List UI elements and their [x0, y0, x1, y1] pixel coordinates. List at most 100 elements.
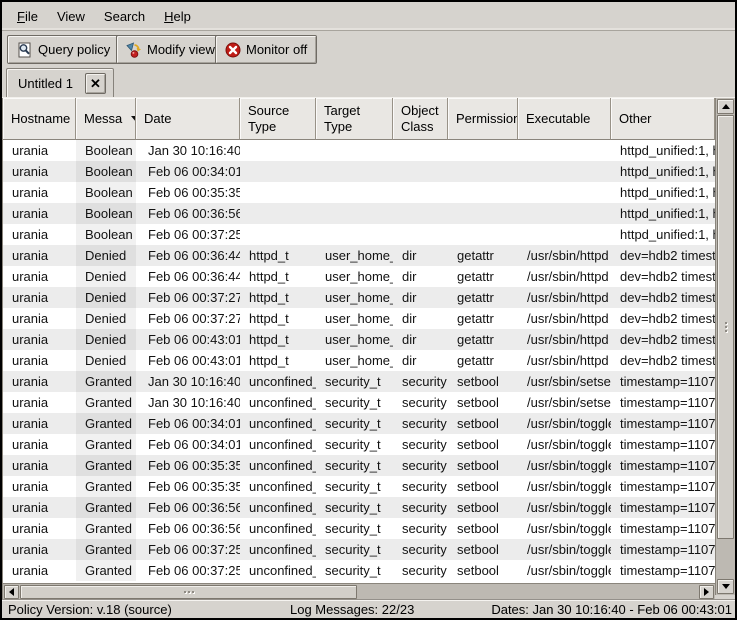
table-cell-date: Feb 06 00:43:01: [136, 350, 240, 371]
table-cell-permission: [448, 224, 518, 245]
table-cell-other: dev=hdb2 timesta: [611, 350, 715, 371]
scroll-up-button[interactable]: [717, 99, 734, 114]
menu-help[interactable]: Help: [157, 6, 198, 27]
table-cell-hostname: urania: [3, 329, 76, 350]
table-cell-message: Granted: [76, 434, 136, 455]
table-row[interactable]: uraniaBooleanFeb 06 00:34:01httpd_unifie…: [3, 161, 715, 182]
table-cell-hostname: urania: [3, 539, 76, 560]
status-bar: Policy Version: v.18 (source) Log Messag…: [2, 599, 735, 618]
column-header-message[interactable]: Messa: [76, 98, 136, 140]
arrow-left-icon: [9, 588, 14, 596]
table-cell-target-type: security_t: [316, 539, 393, 560]
query-policy-button[interactable]: Query policy: [7, 35, 120, 64]
table-cell-executable: /usr/sbin/httpd: [518, 287, 611, 308]
column-header-target-type[interactable]: Target Type: [316, 98, 393, 140]
scroll-left-button[interactable]: [4, 585, 19, 599]
table-cell-hostname: urania: [3, 476, 76, 497]
menu-file[interactable]: File: [10, 6, 45, 27]
column-header-other[interactable]: Other: [611, 98, 715, 140]
table-cell-object-class: security: [393, 371, 448, 392]
table-cell-executable: /usr/sbin/toggle: [518, 539, 611, 560]
tab-label: Untitled 1: [18, 76, 73, 91]
column-header-executable[interactable]: Executable: [518, 98, 611, 140]
table-row[interactable]: uraniaGrantedFeb 06 00:37:25unconfined_s…: [3, 560, 715, 581]
column-header-hostname[interactable]: Hostname: [3, 98, 76, 140]
column-header-label: Permission: [456, 111, 518, 127]
table-row[interactable]: uraniaGrantedFeb 06 00:35:35unconfined_s…: [3, 476, 715, 497]
table-row[interactable]: uraniaDeniedFeb 06 00:43:01httpd_tuser_h…: [3, 329, 715, 350]
table-cell-other: dev=hdb2 timesta: [611, 266, 715, 287]
table-cell-target-type: [316, 203, 393, 224]
table-cell-other: timestamp=11076: [611, 455, 715, 476]
table-cell-date: Feb 06 00:37:27: [136, 287, 240, 308]
table-cell-hostname: urania: [3, 308, 76, 329]
tab-strip: Untitled 1 ✕: [2, 68, 735, 97]
table-row[interactable]: uraniaBooleanFeb 06 00:35:35httpd_unifie…: [3, 182, 715, 203]
table-header: HostnameMessaDateSource TypeTarget TypeO…: [3, 98, 715, 140]
table-cell-date: Feb 06 00:37:25: [136, 224, 240, 245]
table-row[interactable]: uraniaGrantedFeb 06 00:35:35unconfined_s…: [3, 455, 715, 476]
table-cell-other: dev=hdb2 timesta: [611, 287, 715, 308]
scroll-right-button[interactable]: [699, 585, 714, 599]
table-cell-target-type: security_t: [316, 476, 393, 497]
modify-view-button[interactable]: Modify view: [116, 35, 225, 64]
horizontal-scroll-thumb[interactable]: [20, 585, 357, 599]
query-policy-label: Query policy: [38, 42, 110, 57]
table-row[interactable]: uraniaBooleanJan 30 10:16:40httpd_unifie…: [3, 140, 715, 161]
table-row[interactable]: uraniaGrantedFeb 06 00:34:01unconfined_s…: [3, 434, 715, 455]
table-cell-target-type: user_home_: [316, 287, 393, 308]
table-cell-message: Granted: [76, 560, 136, 581]
table-cell-other: dev=hdb2 timesta: [611, 308, 715, 329]
table-cell-target-type: security_t: [316, 371, 393, 392]
menu-search[interactable]: Search: [97, 6, 152, 27]
table-cell-object-class: [393, 140, 448, 161]
table-cell-target-type: security_t: [316, 455, 393, 476]
table-row[interactable]: uraniaDeniedFeb 06 00:43:01httpd_tuser_h…: [3, 350, 715, 371]
column-header-date[interactable]: Date: [136, 98, 240, 140]
table-cell-hostname: urania: [3, 287, 76, 308]
tab-close-button[interactable]: ✕: [85, 73, 106, 94]
table-cell-source-type: unconfined_: [240, 560, 316, 581]
table-row[interactable]: uraniaDeniedFeb 06 00:36:44httpd_tuser_h…: [3, 266, 715, 287]
table-row[interactable]: uraniaGrantedFeb 06 00:34:01unconfined_s…: [3, 413, 715, 434]
table-cell-object-class: dir: [393, 266, 448, 287]
table-row[interactable]: uraniaDeniedFeb 06 00:37:27httpd_tuser_h…: [3, 308, 715, 329]
column-header-object-class[interactable]: Object Class: [393, 98, 448, 140]
table-cell-other: httpd_unified:1, h: [611, 203, 715, 224]
table-cell-permission: [448, 182, 518, 203]
table-cell-message: Boolean: [76, 140, 136, 161]
table-row[interactable]: uraniaGrantedJan 30 10:16:40unconfined_s…: [3, 392, 715, 413]
table-cell-source-type: unconfined_: [240, 518, 316, 539]
column-header-permission[interactable]: Permission: [448, 98, 518, 140]
table-cell-permission: [448, 161, 518, 182]
monitor-off-button[interactable]: Monitor off: [215, 35, 317, 64]
table-cell-hostname: urania: [3, 266, 76, 287]
table-cell-object-class: dir: [393, 329, 448, 350]
vertical-scroll-thumb[interactable]: [717, 115, 734, 539]
table-cell-target-type: security_t: [316, 392, 393, 413]
table-cell-object-class: security: [393, 413, 448, 434]
table-cell-other: timestamp=11076: [611, 518, 715, 539]
table-cell-permission: [448, 203, 518, 224]
vertical-scrollbar[interactable]: [715, 98, 735, 595]
table-row[interactable]: uraniaGrantedFeb 06 00:36:56unconfined_s…: [3, 497, 715, 518]
table-cell-object-class: security: [393, 497, 448, 518]
table-row[interactable]: uraniaGrantedFeb 06 00:36:56unconfined_s…: [3, 518, 715, 539]
table-cell-date: Feb 06 00:35:35: [136, 182, 240, 203]
table-row[interactable]: uraniaBooleanFeb 06 00:36:56httpd_unifie…: [3, 203, 715, 224]
table-row[interactable]: uraniaGrantedJan 30 10:16:40unconfined_s…: [3, 371, 715, 392]
table-row[interactable]: uraniaGrantedFeb 06 00:37:25unconfined_s…: [3, 539, 715, 560]
table-cell-other: httpd_unified:1, h: [611, 224, 715, 245]
table-cell-other: httpd_unified:1, h: [611, 140, 715, 161]
table-cell-permission: getattr: [448, 287, 518, 308]
scroll-down-button[interactable]: [717, 579, 734, 594]
table-cell-target-type: security_t: [316, 497, 393, 518]
table-cell-target-type: user_home_: [316, 245, 393, 266]
tab-untitled-1[interactable]: Untitled 1 ✕: [6, 68, 114, 97]
column-header-source-type[interactable]: Source Type: [240, 98, 316, 140]
table-row[interactable]: uraniaBooleanFeb 06 00:37:25httpd_unifie…: [3, 224, 715, 245]
table-row[interactable]: uraniaDeniedFeb 06 00:37:27httpd_tuser_h…: [3, 287, 715, 308]
menu-view[interactable]: View: [50, 6, 92, 27]
table-row[interactable]: uraniaDeniedFeb 06 00:36:44httpd_tuser_h…: [3, 245, 715, 266]
table-cell-permission: setbool: [448, 560, 518, 581]
